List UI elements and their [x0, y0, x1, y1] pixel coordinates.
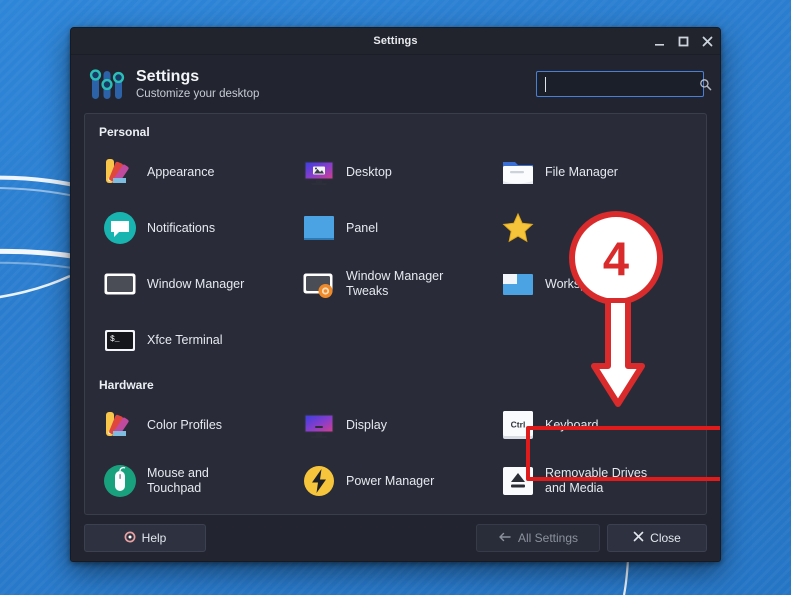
settings-content-panel: Personal Appearance Desktop File Manager…	[84, 113, 707, 515]
workspaces-icon	[499, 265, 537, 303]
monitor-wallpaper-icon	[300, 153, 338, 191]
window-title: Settings	[373, 35, 418, 47]
star-icon	[499, 209, 537, 247]
settings-item-label: Keyboard	[545, 417, 599, 432]
window-titlebar[interactable]: Settings	[71, 28, 720, 55]
x-icon	[633, 531, 644, 545]
svg-text:$_: $_	[110, 335, 120, 344]
settings-item-notifications[interactable]: Notifications	[97, 200, 296, 256]
settings-item-keyboard[interactable]: Ctrl Keyboard	[495, 397, 694, 453]
search-input[interactable]	[545, 72, 699, 96]
settings-item-xfce-terminal[interactable]: $_ Xfce Terminal	[97, 312, 296, 368]
settings-item-appearance[interactable]: Appearance	[97, 144, 296, 200]
close-button[interactable]: Close	[607, 524, 707, 552]
settings-item-label: Mouse and Touchpad	[147, 466, 209, 495]
app-header-text: Settings Customize your desktop	[136, 67, 259, 102]
settings-item-display[interactable]: Display	[296, 397, 495, 453]
maximize-icon[interactable]	[677, 35, 690, 48]
text-caret	[545, 77, 546, 92]
folder-icon	[499, 153, 537, 191]
settings-item-removable-drives[interactable]: Removable Drives and Media	[495, 453, 694, 509]
all-settings-button-label: All Settings	[517, 531, 579, 545]
settings-item-label: Appearance	[147, 164, 215, 179]
section-title-personal: Personal	[99, 125, 150, 139]
search-box[interactable]	[536, 71, 712, 97]
settings-item-label: Window Manager Tweaks	[346, 269, 444, 298]
settings-item-label: Power Manager	[346, 473, 435, 488]
sliders-icon	[85, 62, 129, 106]
mouse-icon	[101, 462, 139, 500]
speech-bubble-icon	[101, 209, 139, 247]
window-controls	[653, 28, 714, 55]
close-button-label: Close	[650, 531, 681, 545]
settings-item-desktop[interactable]: Desktop	[296, 144, 495, 200]
app-header: Settings Customize your desktop	[71, 55, 720, 113]
eject-icon	[499, 462, 537, 500]
settings-item-window-manager[interactable]: Window Manager	[97, 256, 296, 312]
minimize-icon[interactable]	[653, 35, 666, 48]
monitor-icon	[300, 406, 338, 444]
section-title-hardware: Hardware	[99, 378, 154, 392]
color-swatches-icon	[101, 153, 139, 191]
settings-item-label: Panel	[346, 220, 378, 235]
settings-item-label: Workspaces	[545, 276, 614, 291]
settings-item-workspaces[interactable]: Workspaces	[495, 256, 694, 312]
search-icon[interactable]	[699, 78, 712, 91]
settings-item-label: Desktop	[346, 164, 392, 179]
settings-item-label: File Manager	[545, 164, 618, 179]
blue-panel-icon	[300, 209, 338, 247]
hardware-items-grid: Color Profiles Display Ctrl Keyboard Mou…	[97, 397, 694, 509]
color-swatches-icon	[101, 406, 139, 444]
all-settings-button[interactable]: All Settings	[476, 524, 600, 552]
settings-item-label: Color Profiles	[147, 417, 223, 432]
svg-text:Ctrl: Ctrl	[511, 420, 526, 430]
settings-item-favorites[interactable]	[495, 200, 694, 256]
ctrl-key-icon: Ctrl	[499, 406, 537, 444]
terminal-icon: $_	[101, 321, 139, 359]
help-button[interactable]: Help	[84, 524, 206, 552]
window-gear-icon	[300, 265, 338, 303]
settings-item-label: Xfce Terminal	[147, 332, 223, 347]
settings-item-label: Removable Drives and Media	[545, 466, 648, 495]
window-footer: Help All Settings Close	[71, 515, 720, 561]
settings-item-color-profiles[interactable]: Color Profiles	[97, 397, 296, 453]
personal-items-grid: Appearance Desktop File Manager Notifica…	[97, 144, 694, 368]
settings-item-file-manager[interactable]: File Manager	[495, 144, 694, 200]
settings-item-panel[interactable]: Panel	[296, 200, 495, 256]
window-icon	[101, 265, 139, 303]
settings-item-label: Notifications	[147, 220, 216, 235]
arrow-left-icon	[498, 531, 512, 546]
settings-item-window-manager-tweaks[interactable]: Window Manager Tweaks	[296, 256, 495, 312]
close-icon[interactable]	[701, 35, 714, 48]
settings-item-power-manager[interactable]: Power Manager	[296, 453, 495, 509]
settings-item-label: Display	[346, 417, 387, 432]
settings-window: Settings Settings Customize your desktop…	[70, 27, 721, 562]
settings-item-label: Window Manager	[147, 276, 245, 291]
help-button-label: Help	[141, 531, 167, 545]
page-subtitle: Customize your desktop	[136, 87, 260, 100]
help-circle-icon	[124, 531, 136, 546]
lightning-bolt-icon	[300, 462, 338, 500]
page-title: Settings	[136, 67, 200, 85]
settings-item-mouse-touchpad[interactable]: Mouse and Touchpad	[97, 453, 296, 509]
